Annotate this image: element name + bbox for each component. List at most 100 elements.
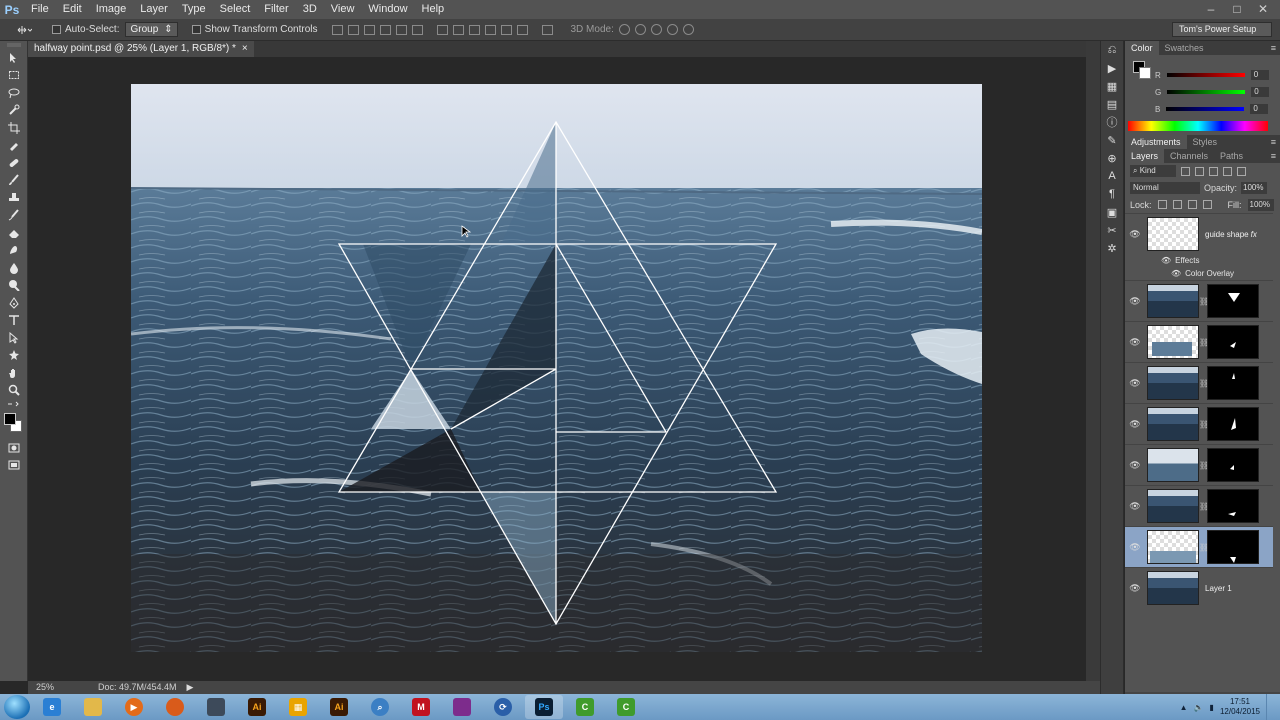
move-tool-preset-icon[interactable] [8, 21, 38, 39]
distribute-left-icon[interactable] [484, 24, 496, 35]
vertical-scrollbar[interactable] [1086, 41, 1100, 681]
align-top-icon[interactable] [331, 24, 343, 35]
toolbar-grip[interactable] [0, 41, 28, 49]
visibility-eye-icon[interactable]: 👁 [1125, 501, 1145, 512]
visibility-eye-icon[interactable]: 👁 [1125, 460, 1145, 471]
tool-presets-panel-icon[interactable]: ✂ [1101, 221, 1123, 239]
auto-select-target-dropdown[interactable]: Group ⇕ [125, 22, 178, 37]
distribute-hcenter-icon[interactable] [500, 24, 512, 35]
custom-shape-tool-icon[interactable] [0, 347, 28, 365]
filter-adjustment-icon[interactable] [1195, 166, 1204, 176]
minimize-button[interactable]: – [1198, 0, 1224, 19]
close-tab-icon[interactable]: × [242, 41, 248, 57]
layer-mask-thumbnail[interactable] [1207, 407, 1259, 441]
taskbar-media-player[interactable]: ▶ [115, 695, 153, 719]
quick-mask-icon[interactable] [0, 439, 28, 457]
tab-color[interactable]: Color [1125, 41, 1159, 55]
blend-mode-dropdown[interactable]: Normal [1130, 181, 1200, 194]
lasso-tool-icon[interactable] [0, 84, 28, 102]
green-value[interactable]: 0 [1251, 87, 1270, 97]
start-button[interactable] [4, 695, 30, 719]
green-track[interactable] [1167, 90, 1246, 94]
fill-input[interactable]: 100% [1247, 198, 1274, 211]
status-menu-arrow-icon[interactable]: ▶ [187, 681, 194, 694]
layer-mask-thumbnail[interactable] [1207, 448, 1259, 482]
properties-panel-icon[interactable]: ▣ [1101, 203, 1123, 221]
layer-mask-thumbnail[interactable] [1207, 284, 1259, 318]
menu-file[interactable]: File [24, 0, 56, 19]
path-selection-tool-icon[interactable] [0, 329, 28, 347]
taskbar-camtasia[interactable]: C [566, 695, 604, 719]
menu-select[interactable]: Select [213, 0, 258, 19]
workspace-dropdown[interactable]: Tom's Power Setup [1172, 22, 1272, 37]
quick-selection-tool-icon[interactable] [0, 102, 28, 120]
visibility-eye-icon[interactable]: 👁 [1125, 583, 1145, 594]
visibility-eye-icon[interactable]: 👁 [1125, 337, 1145, 348]
character-panel-icon[interactable]: A [1101, 167, 1123, 185]
layer-row-facet-1[interactable]: 👁 ⛓ [1125, 280, 1273, 321]
pen-tool-icon[interactable] [0, 294, 28, 312]
visibility-eye-icon[interactable]: 👁 [1161, 256, 1171, 265]
align-vcenter-icon[interactable] [347, 24, 359, 35]
mask-link-icon[interactable]: ⛓ [1199, 543, 1209, 552]
network-icon[interactable]: ▮ [1210, 703, 1214, 712]
screen-mode-icon[interactable] [0, 457, 28, 475]
tab-channels[interactable]: Channels [1164, 149, 1214, 163]
visibility-eye-icon[interactable]: 👁 [1125, 378, 1145, 389]
3d-orbit-icon[interactable] [618, 24, 630, 35]
blue-slider[interactable]: B 0 [1155, 104, 1269, 114]
info-panel-icon[interactable]: ⓘ [1101, 113, 1123, 131]
tray-arrow-icon[interactable]: ▲ [1180, 703, 1188, 712]
zoom-tool-icon[interactable] [0, 382, 28, 400]
actions-panel-icon[interactable]: ▶ [1101, 59, 1123, 77]
show-desktop-button[interactable] [1266, 694, 1274, 720]
menu-type[interactable]: Type [175, 0, 213, 19]
taskbar-winrar[interactable] [443, 695, 481, 719]
layer-mask-thumbnail[interactable] [1207, 530, 1259, 564]
history-panel-icon[interactable]: ⎌ [1101, 41, 1123, 59]
menu-edit[interactable]: Edit [56, 0, 89, 19]
tab-styles[interactable]: Styles [1187, 135, 1224, 149]
taskbar-explorer[interactable] [74, 695, 112, 719]
filter-type-icon[interactable] [1209, 166, 1218, 176]
menu-filter[interactable]: Filter [257, 0, 295, 19]
blur-tool-icon[interactable] [0, 259, 28, 277]
layer-mask-thumbnail[interactable] [1207, 325, 1259, 359]
gradient-tool-icon[interactable] [0, 242, 28, 260]
mask-link-icon[interactable]: ⛓ [1199, 420, 1209, 429]
menu-help[interactable]: Help [415, 0, 452, 19]
auto-select-checkbox[interactable] [52, 25, 61, 34]
distribute-bottom-icon[interactable] [468, 24, 480, 35]
panel-menu-icon[interactable]: ≡ [1271, 41, 1276, 55]
color-overlay-effect-row[interactable]: 👁 Color Overlay [1125, 267, 1273, 280]
align-right-icon[interactable] [411, 24, 423, 35]
layer-row-guide-shape[interactable]: 👁 guide shape fx [1125, 213, 1273, 254]
volume-icon[interactable]: 🔈 [1194, 703, 1204, 712]
layer-row-layer-1[interactable]: 👁 Layer 1 [1125, 567, 1273, 608]
opacity-input[interactable]: 100% [1241, 181, 1268, 194]
auto-select-option[interactable]: Auto-Select: [52, 24, 119, 35]
move-tool-icon[interactable] [0, 49, 28, 67]
clone-stamp-tool-icon[interactable] [0, 189, 28, 207]
visibility-eye-icon[interactable]: 👁 [1171, 269, 1181, 278]
filter-smart-object-icon[interactable] [1237, 166, 1246, 176]
show-transform-checkbox[interactable] [191, 25, 201, 34]
foreground-color-swatch[interactable] [4, 413, 16, 425]
fx-badge[interactable]: fx [1251, 230, 1257, 239]
swap-colors-icon[interactable] [0, 399, 28, 409]
color-spectrum-bar[interactable] [1128, 121, 1268, 131]
menu-view[interactable]: View [324, 0, 362, 19]
auto-align-icon[interactable] [541, 24, 553, 35]
taskbar-illustrator[interactable]: Ai [238, 695, 276, 719]
color-panel-background-swatch[interactable] [1139, 67, 1151, 79]
layer-row-facet-5[interactable]: 👁 ⛓ [1125, 444, 1273, 485]
align-bottom-icon[interactable] [363, 24, 375, 35]
taskbar-photoshop[interactable]: Ps [525, 695, 563, 719]
color-swatches[interactable] [4, 413, 24, 435]
panel-menu-icon[interactable]: ≡ [1271, 135, 1276, 149]
hand-tool-icon[interactable] [0, 364, 28, 382]
layer-row-facet-2[interactable]: 👁 ⛓ [1125, 321, 1273, 362]
align-left-icon[interactable] [379, 24, 391, 35]
align-hcenter-icon[interactable] [395, 24, 407, 35]
maximize-button[interactable]: □ [1224, 0, 1250, 19]
